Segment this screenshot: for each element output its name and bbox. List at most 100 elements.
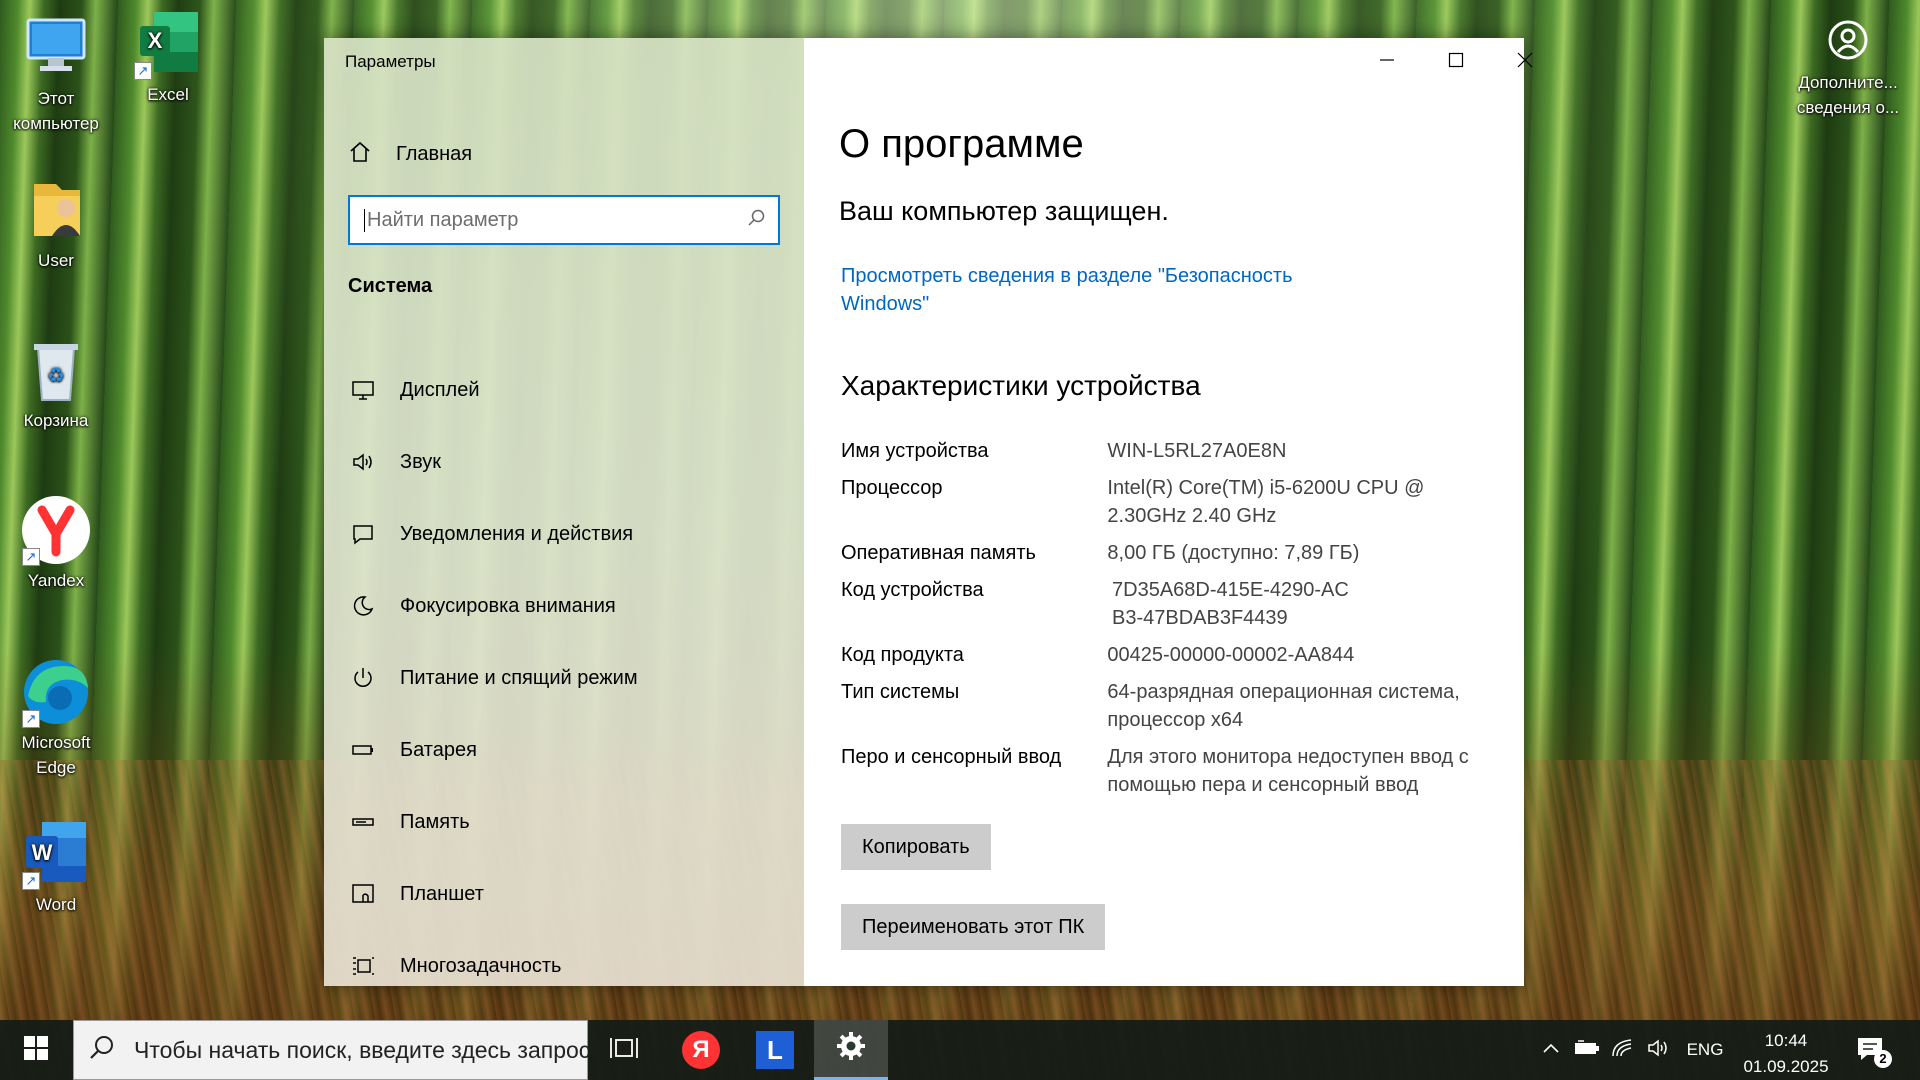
spec-key: Перо и сенсорный ввод — [841, 746, 1062, 768]
taskbar-launcher[interactable]: L — [738, 1020, 812, 1080]
taskbar-search[interactable]: Чтобы начать поиск, введите здесь запрос — [73, 1020, 591, 1080]
volume-tray-button[interactable] — [1642, 1020, 1676, 1080]
show-hidden-icons-button[interactable] — [1536, 1020, 1566, 1080]
sidebar-item-notifications[interactable]: Уведомления и действия — [348, 510, 788, 558]
desktop-icon-more-info[interactable]: Дополните... сведения о... — [1796, 12, 1900, 120]
sidebar-item-sound[interactable]: Звук — [348, 438, 788, 486]
excel-icon: X ↗ — [132, 8, 204, 80]
sidebar-item-label: Звук — [400, 450, 442, 473]
close-icon — [1517, 52, 1533, 73]
notification-count-badge: 2 — [1874, 1050, 1892, 1068]
security-link[interactable]: Просмотреть сведения в разделе "Безопасн… — [841, 262, 1361, 318]
clock-time: 10:44 — [1764, 1031, 1808, 1050]
sidebar-item-label: Фокусировка внимания — [400, 594, 616, 617]
taskbar-settings[interactable] — [814, 1020, 888, 1080]
sidebar-item-label: Батарея — [400, 738, 477, 761]
desktop-icon-word[interactable]: W ↗ Word — [6, 818, 106, 917]
multitasking-icon — [348, 951, 378, 981]
settings-window: Параметры Главная Система Дисплей Звук — [324, 38, 1532, 986]
spec-row-device-id: Код устройства 7D35A68D-415E-4290-ACB3-4… — [841, 576, 1481, 632]
spec-row-ram: Оперативная память 8,00 ГБ (доступно: 7,… — [841, 539, 1481, 567]
taskbar-yandex[interactable]: Я — [664, 1020, 738, 1080]
person-circle-icon — [1820, 12, 1876, 68]
sidebar-item-tablet[interactable]: Планшет — [348, 870, 788, 918]
storage-icon — [348, 807, 378, 837]
maximize-icon — [1448, 52, 1464, 73]
spec-value: Для этого монитора недоступен ввод с пом… — [1107, 746, 1469, 796]
spec-row-device-name: Имя устройства WIN-L5RL27A0E8N — [841, 437, 1481, 465]
desktop-icon-label: Microsoft — [21, 733, 91, 752]
taskbar-search-text: Чтобы начать поиск, введите здесь запрос — [134, 1036, 591, 1063]
task-view-button[interactable] — [587, 1020, 661, 1080]
desktop-icon-label: Word — [35, 895, 77, 914]
network-tray-button[interactable] — [1606, 1020, 1640, 1080]
start-button[interactable] — [0, 1020, 72, 1080]
desktop-icon-user[interactable]: User — [6, 174, 106, 273]
desktop-icon-label: Yandex — [27, 571, 85, 590]
desktop-icon-label: User — [38, 251, 74, 270]
launcher-icon: L — [756, 1031, 794, 1069]
search-icon[interactable] — [746, 208, 766, 233]
spec-key: Имя устройства — [841, 440, 989, 462]
desktop-icon-recycle-bin[interactable]: ♻ Корзина — [6, 334, 106, 433]
taskbar-clock[interactable]: 10:44 01.09.2025 — [1736, 1028, 1836, 1080]
language-indicator[interactable]: ENG — [1680, 1020, 1730, 1080]
rename-pc-button[interactable]: Переименовать этот ПК — [841, 904, 1106, 950]
security-link-line: Windows" — [841, 293, 930, 315]
section-title: Система — [348, 275, 433, 297]
spec-key: Процессор — [841, 477, 943, 499]
svg-text:♻: ♻ — [47, 363, 65, 387]
sidebar-item-label: Главная — [396, 142, 473, 165]
sidebar-item-storage[interactable]: Память — [348, 798, 788, 846]
sidebar-item-display[interactable]: Дисплей — [348, 366, 788, 414]
spec-row-system-type: Тип системы 64-разрядная операционная си… — [841, 678, 1481, 734]
spec-value: 8,00 ГБ (доступно: 7,89 ГБ) — [1107, 542, 1360, 564]
clock-date: 01.09.2025 — [1743, 1057, 1829, 1076]
desktop-icon-yandex[interactable]: ↗ Yandex — [6, 494, 106, 593]
spec-row-pen-touch: Перо и сенсорный ввод Для этого монитора… — [841, 743, 1481, 799]
user-folder-icon — [20, 174, 92, 246]
device-specs-title: Характеристики устройства — [841, 370, 1201, 401]
desktop-icon-label: компьютер — [13, 114, 99, 133]
yandex-icon: Я — [682, 1031, 720, 1069]
action-center-button[interactable]: 2 — [1848, 1020, 1894, 1080]
sidebar-item-label: Многозадачность — [400, 954, 562, 977]
moon-icon — [348, 591, 378, 621]
task-view-icon — [610, 1036, 638, 1065]
sidebar-item-label: Питание и спящий режим — [400, 666, 638, 689]
settings-search — [348, 195, 780, 245]
spec-value: 7D35A68D-415E-4290-ACB3-47BDAB3F4439 — [1112, 579, 1349, 629]
desktop-icon-edge[interactable]: ↗ Microsoft Edge — [6, 656, 106, 780]
wifi-icon — [1611, 1038, 1635, 1063]
copy-button[interactable]: Копировать — [841, 824, 991, 870]
about-content: О программе Ваш компьютер защищен. Просм… — [804, 38, 1532, 986]
search-icon — [88, 1034, 116, 1067]
sidebar-item-label: Планшет — [400, 882, 484, 905]
page-title: О программе — [839, 122, 1084, 166]
spec-value: 64-разрядная операционная система, проце… — [1107, 681, 1460, 731]
maximize-button[interactable] — [1421, 38, 1490, 86]
sidebar-item-power[interactable]: Питание и спящий режим — [348, 654, 788, 702]
spec-value: 00425-00000-00002-AA844 — [1107, 644, 1355, 666]
tablet-icon — [348, 879, 378, 909]
recycle-bin-icon: ♻ — [20, 334, 92, 406]
desktop-icon-label: Дополните... — [1798, 73, 1898, 92]
spec-value: WIN-L5RL27A0E8N — [1107, 440, 1287, 462]
sidebar-item-multitasking[interactable]: Многозадачность — [348, 942, 788, 990]
minimize-button[interactable] — [1352, 38, 1421, 86]
desktop-icon-label: сведения о... — [1796, 98, 1900, 117]
desktop-icon-this-pc[interactable]: Этот компьютер — [6, 12, 106, 136]
search-input[interactable] — [364, 208, 746, 232]
close-button[interactable] — [1490, 38, 1559, 86]
notification-icon — [348, 519, 378, 549]
desktop-icon-excel[interactable]: X ↗ Excel — [118, 8, 218, 107]
sidebar-item-battery[interactable]: Батарея — [348, 726, 788, 774]
battery-tray-button[interactable] — [1570, 1020, 1604, 1080]
sidebar-item-home[interactable]: Главная — [348, 134, 788, 174]
desktop-icon-label: Корзина — [23, 411, 89, 430]
word-icon: W ↗ — [20, 818, 92, 890]
edge-icon: ↗ — [20, 656, 92, 728]
sidebar-item-focus-assist[interactable]: Фокусировка внимания — [348, 582, 788, 630]
svg-text:W: W — [32, 840, 53, 865]
yandex-browser-icon: ↗ — [20, 494, 92, 566]
